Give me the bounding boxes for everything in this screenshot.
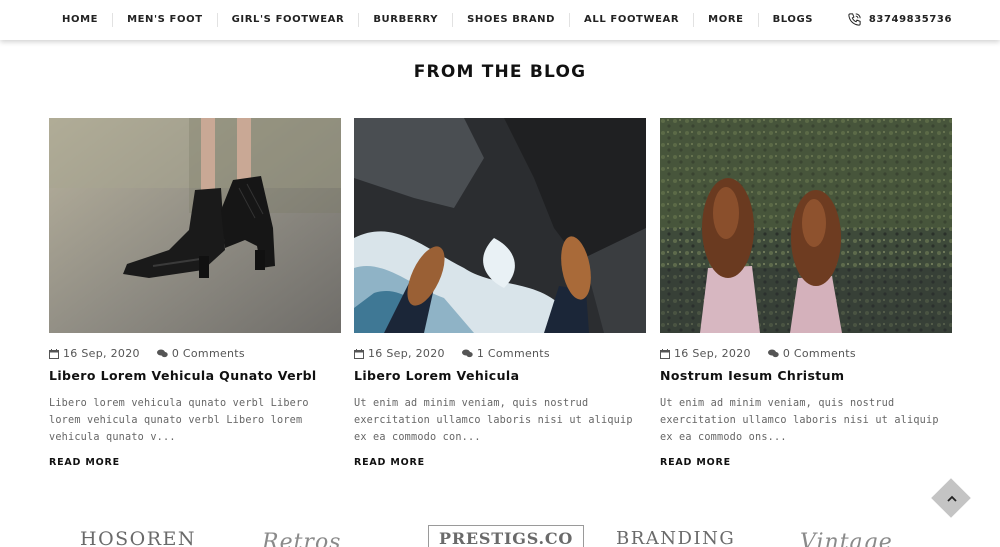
comments-icon (461, 349, 473, 358)
phone-contact[interactable]: 83749835736 (847, 12, 952, 27)
post-excerpt: Ut enim ad minim veniam, quis nostrud ex… (660, 398, 939, 443)
nav-item-girls-footwear[interactable]: GIRL'S FOOTWEAR (216, 13, 359, 27)
post-meta: 16 Sep, 2020 0 Comments (660, 347, 952, 360)
read-more-link[interactable]: READ MORE (354, 457, 425, 468)
post-meta: 16 Sep, 2020 1 Comments (354, 347, 646, 360)
comment-count[interactable]: 0 Comments (783, 347, 856, 360)
brand-logo-retros[interactable]: Retros (262, 530, 341, 547)
comment-count[interactable]: 1 Comments (477, 347, 550, 360)
nav-item-blogs[interactable]: BLOGS (757, 13, 828, 27)
nav-item-mens-foot[interactable]: MEN'S FOOT (112, 13, 217, 27)
nav-item-more[interactable]: MORE (693, 13, 757, 27)
section-title: FROM THE BLOG (413, 62, 587, 82)
blog-image-cliff[interactable] (354, 118, 646, 333)
post-title[interactable]: Libero Lorem Vehicula (354, 368, 646, 384)
post-date: 16 Sep, 2020 (368, 347, 445, 360)
comments-icon (767, 349, 779, 358)
post-title[interactable]: Libero Lorem Vehicula Qunato Verbl (49, 368, 341, 384)
calendar-icon (354, 348, 364, 359)
brand-logos-strip: HOSOREN Retros PRESTIGS.CO BRANDING Vint… (0, 520, 1000, 547)
post-date: 16 Sep, 2020 (674, 347, 751, 360)
calendar-icon (660, 348, 670, 359)
calendar-icon (49, 348, 59, 359)
blog-image-brown-shoes[interactable] (660, 118, 952, 333)
main-menu: HOME MEN'S FOOT GIRL'S FOOTWEAR BURBERRY… (48, 0, 827, 40)
chevron-up-icon[interactable] (945, 492, 959, 506)
nav-item-burberry[interactable]: BURBERRY (358, 13, 452, 27)
read-more-link[interactable]: READ MORE (660, 457, 731, 468)
nav-item-shoes-brand[interactable]: SHOES BRAND (452, 13, 569, 27)
brand-logo-branding[interactable]: BRANDING (616, 528, 735, 547)
brand-logo-hosoren[interactable]: HOSOREN (80, 528, 196, 547)
post-excerpt: Libero lorem vehicula qunato verbl Liber… (49, 398, 309, 443)
post-date: 16 Sep, 2020 (63, 347, 140, 360)
phone-number: 83749835736 (868, 14, 952, 25)
brand-logo-prestigs[interactable]: PRESTIGS.CO (428, 525, 585, 547)
phone-icon (848, 13, 861, 26)
nav-item-home[interactable]: HOME (48, 13, 112, 27)
blog-card: 16 Sep, 2020 0 Comments Nostrum Iesum Ch… (660, 118, 952, 469)
top-navigation-bar: HOME MEN'S FOOT GIRL'S FOOTWEAR BURBERRY… (0, 0, 1000, 40)
blog-card: 16 Sep, 2020 1 Comments Libero Lorem Veh… (354, 118, 646, 469)
post-meta: 16 Sep, 2020 0 Comments (49, 347, 341, 360)
blog-card: 16 Sep, 2020 0 Comments Libero Lorem Veh… (49, 118, 341, 469)
brand-logo-vintage[interactable]: Vintage (800, 530, 893, 547)
post-excerpt: Ut enim ad minim veniam, quis nostrud ex… (354, 398, 633, 443)
read-more-link[interactable]: READ MORE (49, 457, 120, 468)
blog-image-boots[interactable] (49, 118, 341, 333)
comments-icon (156, 349, 168, 358)
comment-count[interactable]: 0 Comments (172, 347, 245, 360)
post-title[interactable]: Nostrum Iesum Christum (660, 368, 952, 384)
nav-item-all-footwear[interactable]: ALL FOOTWEAR (569, 13, 693, 27)
